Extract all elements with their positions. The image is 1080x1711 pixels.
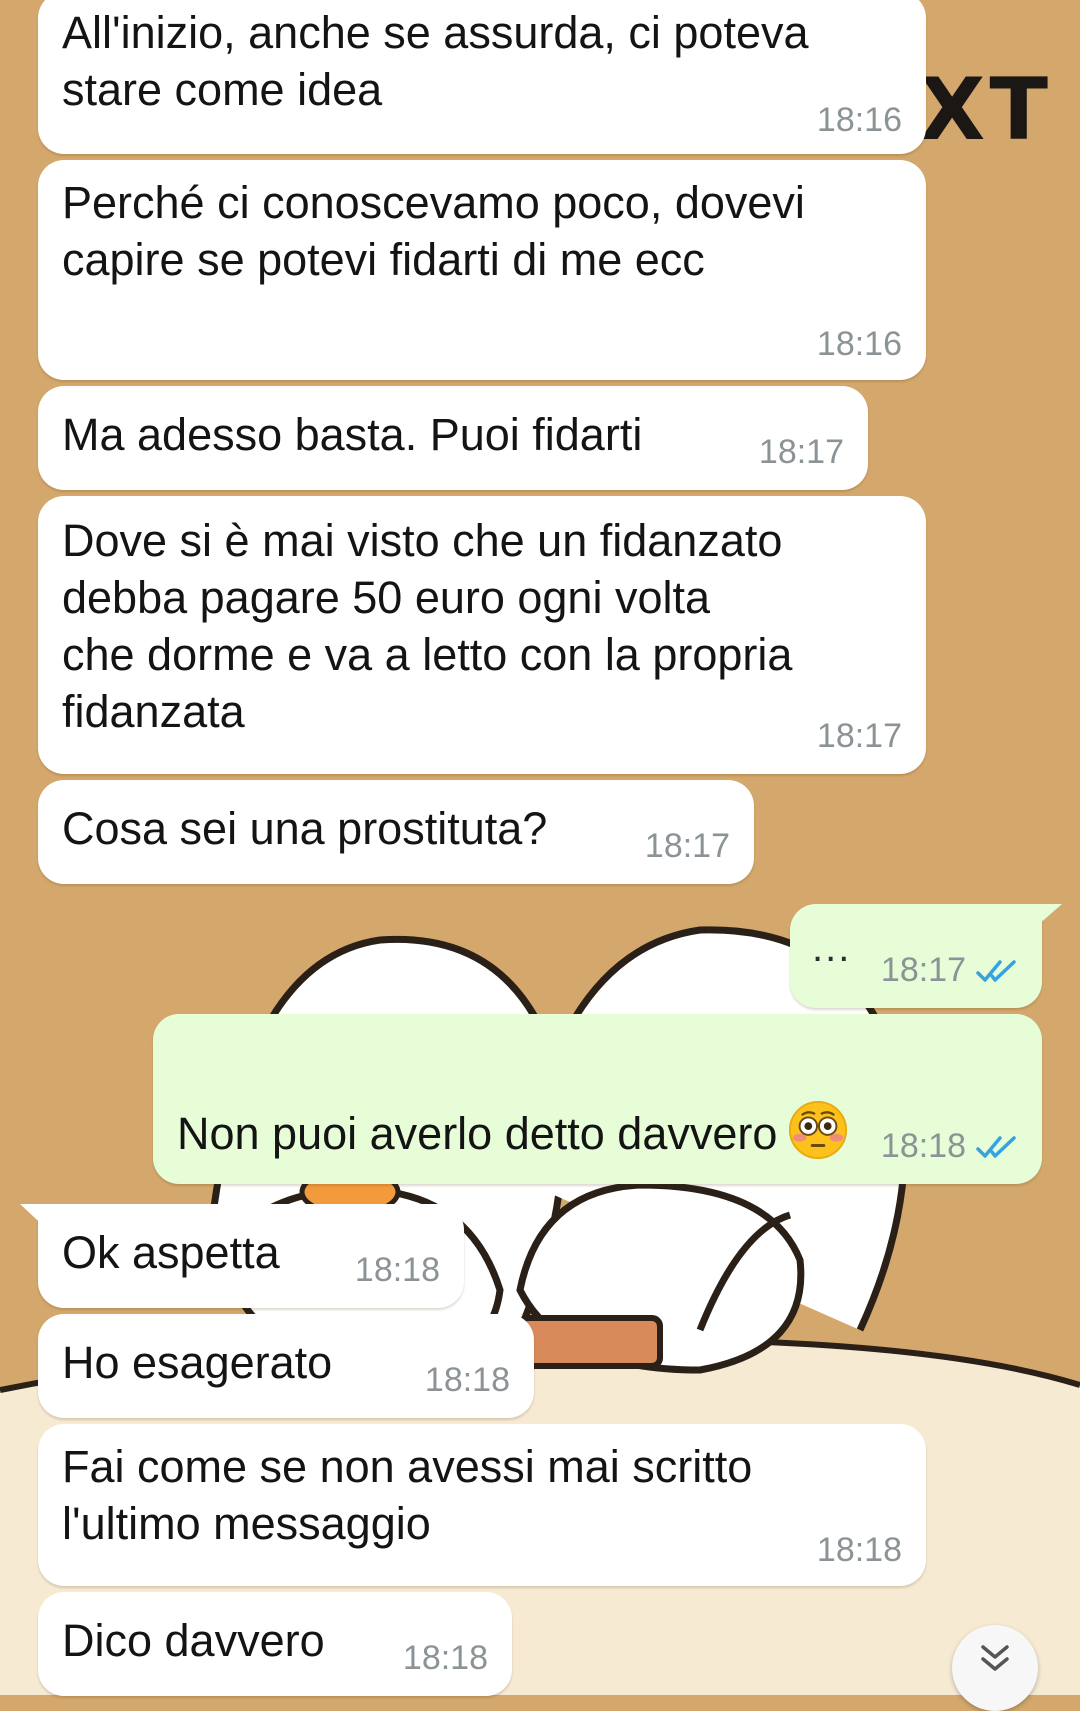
incoming-message[interactable]: All'inizio, anche se assurda, ci poteva … bbox=[38, 0, 926, 154]
message-time: 18:18 bbox=[424, 1361, 510, 1399]
wallpaper-text: XT bbox=[919, 60, 1052, 160]
bubble-tail bbox=[1030, 904, 1062, 932]
double-chevron-down-icon bbox=[981, 1645, 1009, 1671]
message-text-content: Non puoi averlo detto davvero bbox=[177, 1108, 778, 1159]
read-receipt-icon bbox=[976, 959, 1016, 982]
message-meta: 18:18 bbox=[425, 1361, 510, 1400]
message-meta: 18:18 bbox=[817, 1531, 902, 1570]
incoming-message[interactable]: Dico davvero 18:18 bbox=[38, 1592, 512, 1696]
incoming-message[interactable]: Ma adesso basta. Puoi fidarti 18:17 bbox=[38, 386, 868, 490]
bubble-tail bbox=[20, 1204, 50, 1232]
message-time: 18:17 bbox=[758, 433, 844, 471]
outgoing-message[interactable]: ... 18:17 bbox=[790, 904, 1062, 1008]
message-meta: 18:16 bbox=[817, 325, 902, 364]
message-time: 18:18 bbox=[354, 1251, 440, 1289]
message-text: Perché ci conoscevamo poco, dovevi capir… bbox=[62, 177, 805, 285]
message-text: Ma adesso basta. Puoi fidarti bbox=[62, 409, 643, 460]
message-text: Non puoi averlo detto davvero bbox=[177, 1042, 849, 1162]
message-time: 18:17 bbox=[816, 717, 902, 755]
message-meta: 18:17 bbox=[645, 827, 730, 866]
incoming-message[interactable]: Fai come se non avessi mai scritto l'ult… bbox=[38, 1424, 926, 1586]
message-time: 18:18 bbox=[402, 1639, 488, 1677]
message-time: 18:17 bbox=[644, 827, 730, 865]
incoming-message[interactable]: Cosa sei una prostituta? 18:17 bbox=[38, 780, 754, 884]
message-meta: 18:17 bbox=[759, 433, 844, 472]
incoming-message[interactable]: Ho esagerato 18:18 bbox=[38, 1314, 534, 1418]
message-time: 18:18 bbox=[880, 1127, 966, 1165]
message-text: ... bbox=[812, 926, 852, 970]
message-time: 18:16 bbox=[816, 325, 902, 363]
incoming-message[interactable]: Ok aspetta 18:18 bbox=[20, 1204, 464, 1308]
flushed-face-emoji bbox=[789, 1100, 848, 1160]
message-text: All'inizio, anche se assurda, ci poteva … bbox=[62, 7, 809, 115]
message-text: Ho esagerato bbox=[62, 1337, 333, 1388]
message-text: Fai come se non avessi mai scritto l'ult… bbox=[62, 1441, 753, 1549]
message-meta: 18:17 bbox=[817, 717, 902, 756]
message-text: Dico davvero bbox=[62, 1615, 325, 1666]
scroll-to-bottom-button[interactable] bbox=[952, 1625, 1038, 1711]
message-time: 18:18 bbox=[816, 1531, 902, 1569]
message-text: Ok aspetta bbox=[62, 1227, 280, 1278]
incoming-message[interactable]: Dove si è mai visto che un fidanzato deb… bbox=[38, 496, 926, 774]
message-text: Dove si è mai visto che un fidanzato deb… bbox=[62, 515, 793, 737]
read-receipt-icon bbox=[976, 1135, 1016, 1158]
message-meta: 18:18 bbox=[403, 1639, 488, 1678]
message-meta: 18:18 bbox=[355, 1251, 440, 1290]
message-meta: 18:16 bbox=[817, 101, 902, 140]
message-time: 18:17 bbox=[880, 951, 966, 989]
outgoing-message[interactable]: Non puoi averlo detto davvero 18:18 bbox=[153, 1014, 1042, 1184]
message-meta: 18:18 bbox=[881, 1127, 1018, 1166]
message-time: 18:16 bbox=[816, 101, 902, 139]
incoming-message[interactable]: Perché ci conoscevamo poco, dovevi capir… bbox=[38, 160, 926, 380]
message-text: Cosa sei una prostituta? bbox=[62, 803, 548, 854]
message-meta: 18:17 bbox=[881, 951, 1018, 990]
